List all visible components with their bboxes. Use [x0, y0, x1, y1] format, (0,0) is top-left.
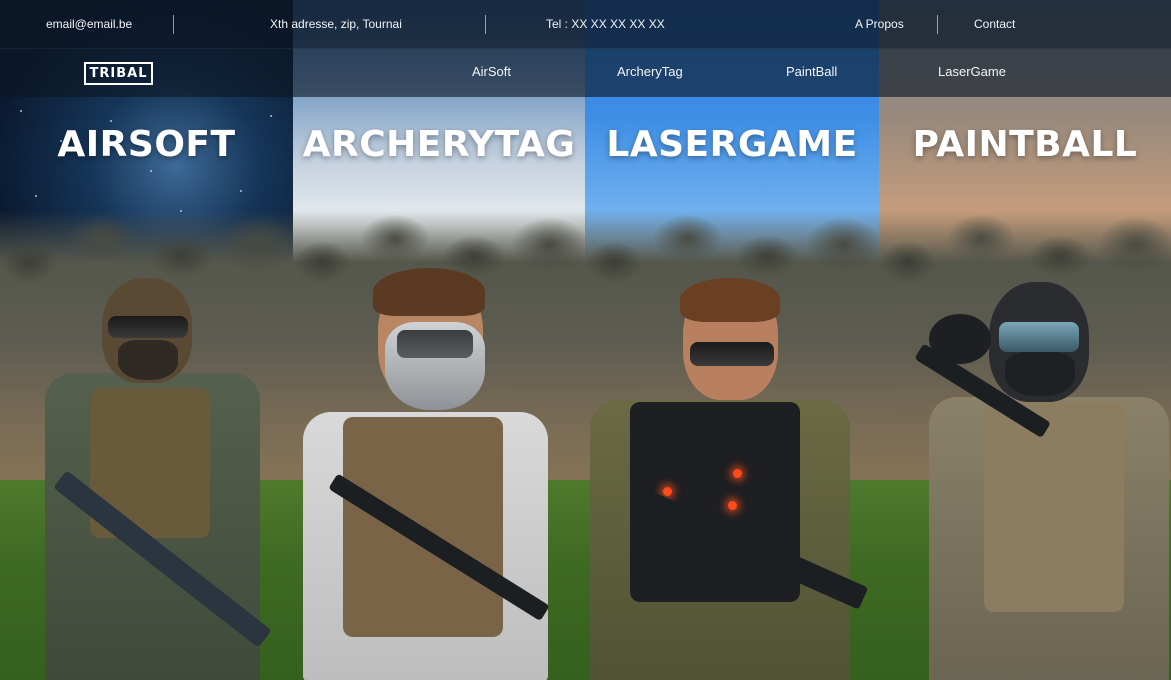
lasergame-player-image [585, 278, 879, 680]
activity-panels: AIRSOFT ARCHERYTAG LASERGAME PAINTBALL [0, 0, 1171, 680]
main-navbar: TRIBAL AirSoft ArcheryTag PaintBall Lase… [0, 49, 1171, 97]
email-link[interactable]: email@email.be [46, 17, 132, 31]
nav-link-paintball[interactable]: PaintBall [786, 64, 837, 79]
panel-archerytag[interactable]: ARCHERYTAG [293, 0, 585, 680]
panel-title-lasergame[interactable]: LASERGAME [585, 124, 879, 165]
about-link[interactable]: A Propos [855, 17, 904, 31]
divider [173, 15, 174, 34]
address-text: Xth adresse, zip, Tournai [270, 17, 402, 31]
nav-link-lasergame[interactable]: LaserGame [938, 64, 1006, 79]
panel-lasergame[interactable]: LASERGAME [585, 0, 879, 680]
panel-title-paintball[interactable]: PAINTBALL [879, 124, 1171, 165]
tribal-logo[interactable]: TRIBAL [84, 62, 153, 85]
panel-paintball[interactable]: PAINTBALL [879, 0, 1171, 680]
top-info-bar: email@email.be Xth adresse, zip, Tournai… [0, 0, 1171, 49]
divider [485, 15, 486, 34]
archerytag-player-image [293, 268, 585, 680]
panel-title-airsoft[interactable]: AIRSOFT [0, 124, 293, 165]
paintball-player-image [914, 282, 1171, 680]
phone-text[interactable]: Tel : XX XX XX XX XX [546, 17, 665, 31]
airsoft-player-image [20, 278, 280, 680]
panel-airsoft[interactable]: AIRSOFT [0, 0, 293, 680]
divider [937, 15, 938, 34]
nav-link-archerytag[interactable]: ArcheryTag [617, 64, 683, 79]
panel-title-archerytag[interactable]: ARCHERYTAG [293, 124, 585, 165]
contact-link[interactable]: Contact [974, 17, 1015, 31]
nav-link-airsoft[interactable]: AirSoft [472, 64, 511, 79]
